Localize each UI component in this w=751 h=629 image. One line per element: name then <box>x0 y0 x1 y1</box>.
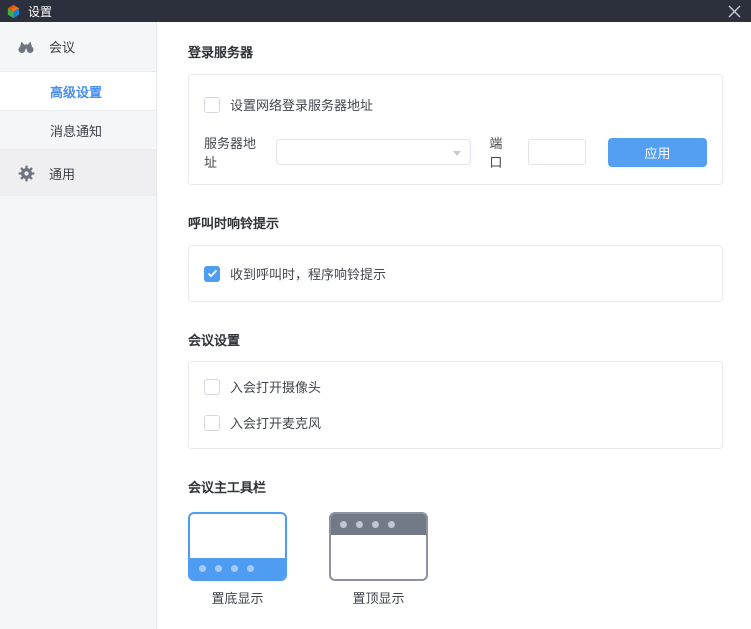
sidebar-item-label: 消息通知 <box>50 121 102 140</box>
toolbar-top-preview <box>329 512 428 581</box>
sidebar-item-message-notification[interactable]: 消息通知 <box>0 111 156 150</box>
binoculars-icon <box>17 39 35 54</box>
sidebar: 会议 高级设置 消息通知 <box>0 22 157 629</box>
toolbar-dot-icon <box>199 565 206 572</box>
sidebar-item-general[interactable]: 通用 <box>0 150 156 196</box>
titlebar: 设置 <box>0 0 751 22</box>
main-panel: 登录服务器 设置网络登录服务器地址 服务器地址 端口 应用 呼叫时响铃提示 <box>158 22 751 629</box>
window-title: 设置 <box>28 3 52 20</box>
ring-alert-card: 收到呼叫时，程序响铃提示 <box>188 245 723 302</box>
sidebar-item-label: 通用 <box>49 164 75 183</box>
server-address-label: 服务器地址 <box>204 133 268 171</box>
toolbar-position-options: 置底显示 置顶显示 <box>188 512 725 607</box>
server-address-select[interactable] <box>276 139 471 165</box>
section-title-main-toolbar: 会议主工具栏 <box>188 477 725 496</box>
login-server-card: 设置网络登录服务器地址 服务器地址 端口 应用 <box>188 74 723 185</box>
toolbar-dot-icon <box>356 521 363 528</box>
toolbar-top-option[interactable]: 置顶显示 <box>329 512 428 607</box>
sidebar-item-meeting[interactable]: 会议 <box>0 22 156 72</box>
network-server-checkbox-label: 设置网络登录服务器地址 <box>230 95 373 114</box>
toolbar-top-label: 置顶显示 <box>352 588 404 607</box>
camera-on-join-checkbox[interactable] <box>204 379 220 395</box>
sidebar-item-label: 会议 <box>49 37 75 56</box>
section-title-login-server: 登录服务器 <box>188 42 725 61</box>
camera-on-join-checkbox-label: 入会打开摄像头 <box>230 377 321 396</box>
sidebar-item-label: 高级设置 <box>50 82 102 101</box>
ring-on-call-checkbox[interactable] <box>204 266 220 282</box>
network-server-checkbox[interactable] <box>204 97 220 113</box>
toolbar-bar-bottom <box>190 558 285 579</box>
toolbar-bottom-label: 置底显示 <box>211 588 263 607</box>
toolbar-dot-icon <box>215 565 222 572</box>
sidebar-item-advanced-settings[interactable]: 高级设置 <box>0 72 156 111</box>
section-title-meeting-settings: 会议设置 <box>188 330 725 349</box>
app-logo-cube-icon <box>6 4 21 19</box>
check-icon <box>207 269 218 278</box>
toolbar-bottom-preview <box>188 512 287 581</box>
port-input[interactable] <box>528 139 586 165</box>
toolbar-bar-top <box>331 514 426 535</box>
mic-on-join-checkbox[interactable] <box>204 415 220 431</box>
close-icon <box>728 5 741 18</box>
toolbar-dot-icon <box>247 565 254 572</box>
toolbar-dot-icon <box>372 521 379 528</box>
toolbar-bottom-option[interactable]: 置底显示 <box>188 512 287 607</box>
mic-on-join-checkbox-label: 入会打开麦克风 <box>230 413 321 432</box>
close-button[interactable] <box>717 0 751 22</box>
chevron-down-icon <box>453 151 461 156</box>
toolbar-dot-icon <box>231 565 238 572</box>
ring-on-call-checkbox-label: 收到呼叫时，程序响铃提示 <box>230 264 386 283</box>
port-label: 端口 <box>489 133 515 171</box>
apply-button[interactable]: 应用 <box>608 138 707 167</box>
settings-window: 设置 会议 <box>0 0 751 629</box>
toolbar-dot-icon <box>340 521 347 528</box>
section-title-ring-alert: 呼叫时响铃提示 <box>188 213 725 232</box>
meeting-settings-card: 入会打开摄像头 入会打开麦克风 <box>188 361 723 449</box>
gear-icon <box>17 165 35 182</box>
toolbar-dot-icon <box>388 521 395 528</box>
